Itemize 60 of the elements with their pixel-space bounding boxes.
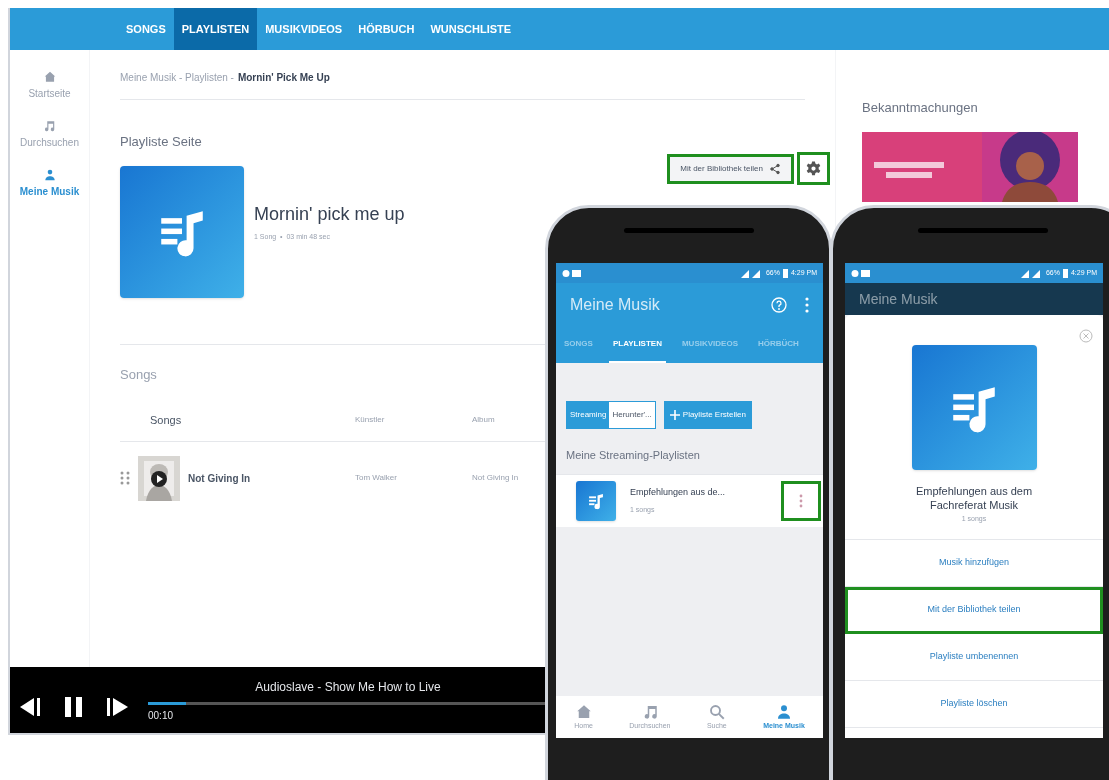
search-icon bbox=[707, 702, 726, 721]
previous-icon[interactable] bbox=[20, 697, 42, 717]
section-title: Playliste Seite bbox=[120, 133, 203, 151]
sidebar-item[interactable]: Meine Musik bbox=[19, 168, 80, 199]
settings-icon bbox=[805, 160, 822, 177]
nav-tab[interactable]: PLAYLISTEN bbox=[173, 8, 258, 50]
drag-handle-icon bbox=[120, 471, 130, 485]
song-title: Not Giving In bbox=[188, 471, 251, 486]
plus-icon bbox=[669, 410, 680, 420]
sheet-title: Empfehlungen aus dem Fachreferat Musik bbox=[914, 484, 1034, 512]
nav-tab[interactable]: SONGS bbox=[118, 8, 174, 50]
notification-icons bbox=[851, 268, 871, 278]
app-title: Meine Musik bbox=[859, 289, 938, 309]
signal-icon bbox=[740, 268, 763, 278]
app-title: Meine Musik bbox=[570, 295, 660, 315]
tab[interactable]: PLAYLISTEN bbox=[608, 327, 666, 363]
column-header: Songs bbox=[149, 413, 183, 428]
battery-icon bbox=[1062, 268, 1068, 278]
nav-tab[interactable]: HÖRBUCH bbox=[350, 8, 423, 50]
music-note-icon bbox=[42, 119, 57, 133]
sidebar-item[interactable]: Startseite bbox=[28, 70, 71, 101]
share-button[interactable]: Mit der Bibliothek teilen bbox=[667, 153, 794, 184]
sheet-action[interactable]: Mit der Bibliothek teilen bbox=[845, 586, 1103, 634]
nav-tab[interactable]: MUSIKVIDEOS bbox=[257, 8, 351, 50]
sheet-action[interactable]: Playliste löschen bbox=[845, 680, 1103, 728]
breadcrumb-current: Mornin' Pick Me Up bbox=[237, 71, 330, 85]
table-cell-text: Tom Walker bbox=[355, 472, 398, 484]
nav-tab[interactable]: WUNSCHLISTE bbox=[422, 8, 520, 50]
share-icon bbox=[769, 162, 781, 175]
track-title: Audioslave - Show Me How to Live bbox=[255, 678, 441, 696]
tab[interactable]: SONGS bbox=[560, 327, 597, 363]
tab[interactable]: MUSIKVIDEOS bbox=[677, 327, 742, 363]
segment-button[interactable]: Streaming bbox=[567, 402, 610, 428]
breadcrumb-link[interactable]: Meine Musik - Playlisten - bbox=[120, 70, 234, 85]
notification-icons bbox=[562, 268, 582, 278]
playlist-title: Mornin' pick me up bbox=[254, 202, 405, 226]
songs-title: Songs bbox=[120, 365, 158, 384]
person-icon bbox=[42, 168, 57, 182]
sidebar-item[interactable]: Durchsuchen bbox=[20, 119, 79, 150]
settings-button[interactable] bbox=[797, 152, 830, 185]
more-options-icon[interactable] bbox=[805, 297, 809, 313]
tab[interactable]: HÖRBÜCH bbox=[753, 327, 803, 363]
create-playlist-button[interactable]: Playliste Erstellen bbox=[663, 401, 752, 429]
battery-icon bbox=[782, 268, 788, 278]
next-icon[interactable] bbox=[106, 697, 128, 717]
section-label: Meine Streaming-Playlisten bbox=[565, 448, 701, 463]
sheet-action[interactable]: Musik hinzufügen bbox=[845, 539, 1103, 587]
help-icon[interactable] bbox=[771, 297, 787, 313]
more-options-icon bbox=[799, 493, 803, 508]
more-options-button[interactable] bbox=[781, 480, 821, 521]
segment-button[interactable]: Herunter'... bbox=[609, 402, 655, 428]
pause-icon[interactable] bbox=[64, 696, 84, 718]
column-header: Künstler bbox=[355, 414, 386, 427]
column-header: Album bbox=[472, 414, 496, 427]
announcements-title: Bekanntmachungen bbox=[862, 99, 979, 117]
table-cell-text: Not Giving In bbox=[472, 472, 520, 484]
playlist-name: Empfehlungen aus de... bbox=[630, 485, 727, 499]
elapsed-time: 00:10 bbox=[148, 708, 174, 723]
sheet-action[interactable]: Playliste umbenennen bbox=[845, 633, 1103, 681]
signal-icon bbox=[1020, 268, 1043, 278]
